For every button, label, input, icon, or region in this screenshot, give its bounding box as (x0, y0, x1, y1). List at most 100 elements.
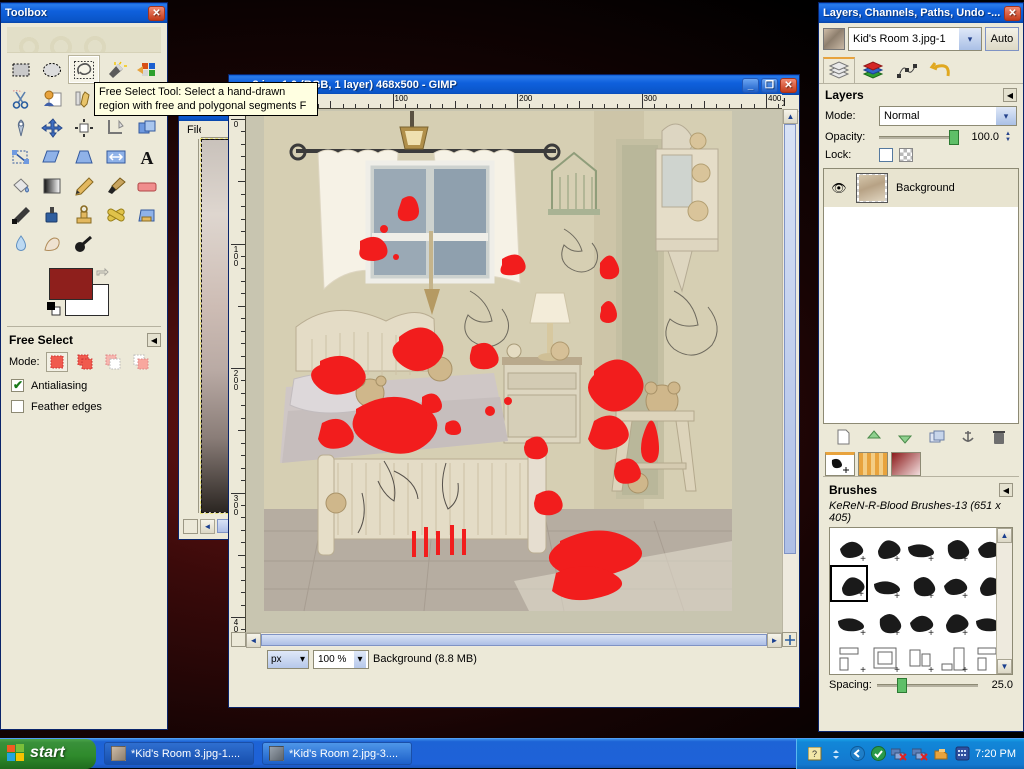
tab-channels[interactable] (857, 57, 889, 83)
brush-cell[interactable]: + (936, 565, 970, 602)
dock-close-button[interactable]: ✕ (1004, 5, 1021, 21)
feather-edges-row[interactable]: Feather edges (1, 396, 167, 417)
raise-layer-icon[interactable] (864, 428, 884, 446)
brush-cell[interactable]: + (830, 602, 868, 639)
brush-cell[interactable]: + (868, 639, 902, 674)
align-tool[interactable] (68, 113, 100, 142)
brush-cell[interactable]: + (902, 565, 936, 602)
back-icon[interactable] (849, 746, 865, 762)
new-layer-icon[interactable] (833, 428, 853, 446)
mode-add-button[interactable] (74, 352, 96, 372)
text-tool[interactable]: A (131, 142, 163, 171)
network-disconnected-icon[interactable] (891, 746, 907, 762)
image-combobox[interactable]: Kid's Room 3.jpg-1 ▾ (848, 27, 982, 51)
spacing-slider-knob[interactable] (897, 678, 908, 693)
scale-tool[interactable] (5, 142, 37, 171)
mode-subtract-button[interactable] (102, 352, 124, 372)
start-button[interactable]: start (0, 738, 96, 769)
layer-list[interactable]: 👁 Background (823, 168, 1019, 424)
color-picker-tool[interactable] (5, 113, 37, 142)
scroll-right-button[interactable]: ► (767, 633, 782, 648)
blur-sharpen-tool[interactable] (5, 229, 37, 258)
table-row[interactable]: 👁 Background (824, 169, 1018, 207)
scroll-left-background[interactable]: ◄ (200, 518, 215, 534)
brush-cell[interactable]: + (830, 639, 868, 674)
auto-button[interactable]: Auto (985, 27, 1019, 51)
image-canvas[interactable] (246, 109, 782, 632)
perspective-tool[interactable] (68, 142, 100, 171)
select-by-color-tool[interactable] (131, 55, 163, 84)
foreground-select-tool[interactable] (37, 84, 69, 113)
eraser-tool[interactable] (131, 171, 163, 200)
perspective-clone-tool[interactable] (131, 200, 163, 229)
quickmask-toggle-background[interactable] (183, 518, 198, 534)
layer-mode-combobox[interactable]: Normal ▾ (879, 106, 1017, 126)
image-window-main[interactable]: om 3.jpg-1.0 (RGB, 1 layer) 468x500 - GI… (228, 74, 800, 708)
shear-tool[interactable] (37, 142, 69, 171)
lock-alpha-checkbox[interactable] (899, 148, 913, 162)
tab-layers[interactable] (823, 57, 855, 83)
antialiasing-row[interactable]: Antialiasing (1, 375, 167, 396)
brush-cell[interactable]: + (936, 602, 970, 639)
volume-icon[interactable] (954, 746, 970, 762)
scroll-left-button[interactable]: ◄ (246, 633, 261, 648)
layer-visibility-icon[interactable]: 👁 (830, 181, 848, 195)
minimize-button[interactable]: _ (742, 77, 759, 93)
toolbox-close-button[interactable]: ✕ (148, 5, 165, 21)
bucket-fill-tool[interactable] (5, 171, 37, 200)
brush-cell[interactable]: + (830, 528, 868, 565)
mode-replace-button[interactable] (45, 352, 68, 372)
antialiasing-checkbox[interactable] (11, 378, 24, 392)
feather-edges-checkbox[interactable] (11, 400, 24, 413)
navigation-preview-button[interactable] (782, 632, 797, 647)
move-tool[interactable] (37, 113, 69, 142)
gradient-tool[interactable] (37, 171, 69, 200)
dock-window[interactable]: Layers, Channels, Paths, Undo -... ✕ Kid… (818, 2, 1024, 732)
foreground-color-swatch[interactable] (49, 268, 93, 300)
brush-cell[interactable]: + (936, 528, 970, 565)
lower-layer-icon[interactable] (895, 428, 915, 446)
flip-tool[interactable] (100, 142, 132, 171)
brush-cell[interactable]: + (970, 528, 996, 565)
brush-scroll-up-button[interactable]: ▲ (997, 528, 1012, 543)
taskbar-button-kids-room-2[interactable]: *Kid's Room 2.jpg-3.... (262, 742, 412, 765)
mode-intersect-button[interactable] (130, 352, 152, 372)
tool-options-collapse-icon[interactable]: ◀ (147, 333, 161, 347)
duplicate-layer-icon[interactable] (927, 428, 947, 446)
rect-select-tool[interactable] (5, 55, 37, 84)
opacity-slider[interactable] (879, 130, 959, 145)
dodge-burn-tool[interactable] (68, 229, 100, 258)
dock-titlebar[interactable]: Layers, Channels, Paths, Undo -... ✕ (819, 3, 1023, 23)
brush-cell[interactable]: + (902, 602, 936, 639)
ellipse-select-tool[interactable] (37, 55, 69, 84)
brush-cell[interactable]: + (970, 565, 996, 602)
unit-combobox[interactable]: px ▾ (267, 649, 309, 669)
horizontal-scrollbar[interactable]: ◄ ► (246, 632, 782, 648)
zoom-combobox[interactable]: 100 % ▾ (313, 649, 369, 669)
image-selector-row[interactable]: Kid's Room 3.jpg-1 ▾ Auto (819, 23, 1023, 55)
spacing-slider[interactable] (876, 678, 978, 693)
show-hidden-icons-icon[interactable] (828, 746, 844, 762)
anchor-layer-icon[interactable] (958, 428, 978, 446)
color-area[interactable] (1, 264, 167, 324)
crop-tool[interactable] (100, 113, 132, 142)
lock-pixels-checkbox[interactable] (879, 148, 893, 162)
brush-cell[interactable]: + (868, 602, 902, 639)
layer-action-bar[interactable] (819, 424, 1023, 450)
brush-scrollbar[interactable]: ▲ ▼ (996, 528, 1012, 674)
free-select-tool[interactable] (68, 55, 100, 84)
layers-menu-icon[interactable]: ◀ (1003, 88, 1017, 102)
brush-dock-tabs[interactable] (819, 450, 1023, 476)
vertical-scrollbar[interactable]: ▲ (782, 109, 798, 632)
hscroll-thumb[interactable] (261, 634, 767, 646)
opacity-slider-knob[interactable] (949, 130, 959, 145)
brush-cell[interactable]: + (970, 602, 996, 639)
brush-cell[interactable]: + (902, 528, 936, 565)
brush-cell[interactable]: + (830, 565, 868, 602)
smudge-tool[interactable] (37, 229, 69, 258)
brush-cell[interactable]: + (936, 639, 970, 674)
opacity-spinner[interactable]: ▲ ▼ (1005, 131, 1017, 143)
ink-tool[interactable] (37, 200, 69, 229)
delete-layer-icon[interactable] (989, 428, 1009, 446)
close-button[interactable]: ✕ (780, 77, 797, 93)
